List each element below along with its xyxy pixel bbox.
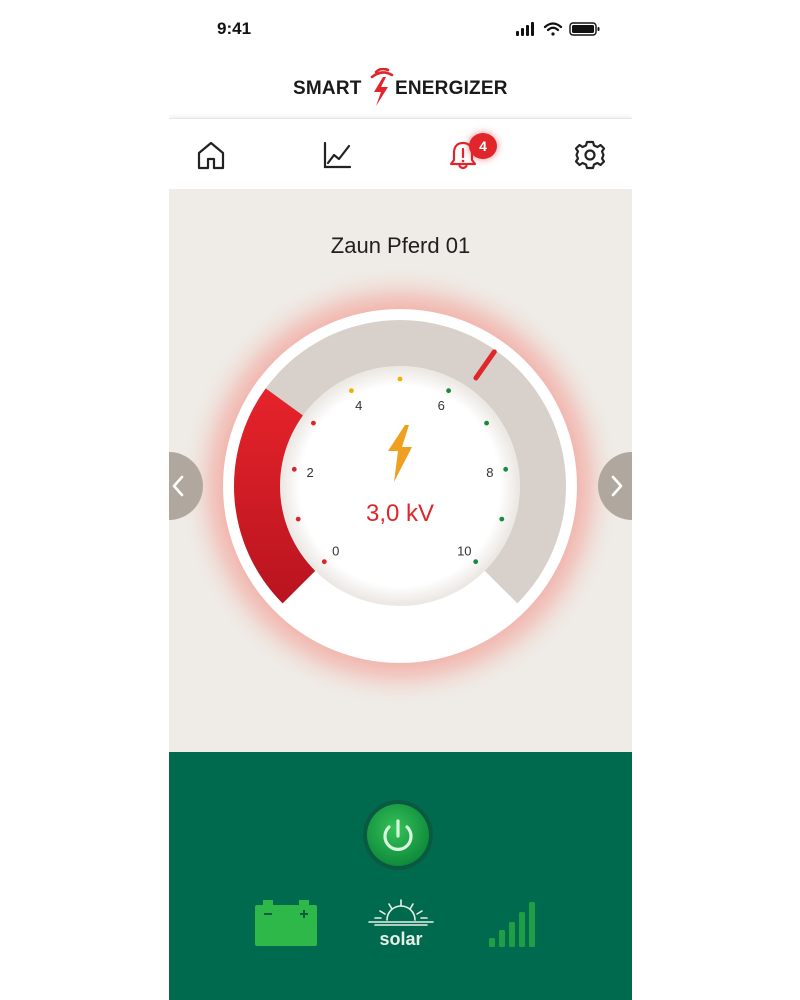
scale-label-10: 10: [457, 543, 471, 558]
scale-dot: [311, 420, 316, 426]
scale-dot: [499, 516, 505, 522]
scale-dot: [321, 559, 327, 565]
scale-dot: [349, 388, 354, 394]
wifi-icon: [543, 22, 563, 36]
main-nav: [169, 118, 632, 190]
status-time: 9:41: [217, 19, 252, 38]
logo-text-energizer: ENERGIZER: [395, 78, 508, 99]
chevron-right-icon: [611, 475, 623, 497]
status-bar: 9:41: [169, 0, 632, 58]
gauge-center-disc: [280, 366, 520, 606]
lightning-logo-icon: [370, 68, 394, 106]
battery-status-icon: [569, 22, 600, 36]
solar-sun-icon: [368, 899, 434, 926]
line-chart-icon[interactable]: [319, 137, 355, 173]
scale-dot: [484, 420, 489, 426]
signal-strength-icon: [489, 902, 535, 947]
gauge-panel: Zaun Pferd 01 0 2 4 6 8 10 3,0 kV: [169, 189, 632, 752]
scale-label-6: 6: [438, 398, 445, 413]
scale-dot: [295, 516, 301, 522]
phone-screen: 9:41 SMART ENERGIZER 4 Zaun Pferd 01 0 2…: [169, 0, 632, 1000]
chevron-left-icon: [172, 475, 184, 497]
scale-label-2: 2: [306, 465, 313, 480]
voltage-gauge: 0 2 4 6 8 10 3,0 kV: [180, 266, 620, 706]
app-logo: SMART ENERGIZER: [169, 68, 632, 108]
gear-icon[interactable]: [572, 137, 608, 173]
scale-label-8: 8: [486, 465, 493, 480]
scale-dot: [397, 376, 403, 382]
scale-label-4: 4: [355, 398, 362, 413]
status-icons: [516, 22, 600, 36]
solar-label: solar: [379, 929, 423, 949]
scale-label-0: 0: [332, 543, 339, 558]
scale-dot: [503, 466, 509, 472]
power-button[interactable]: [362, 799, 434, 871]
cellular-signal-icon: [516, 22, 534, 36]
scale-dot: [291, 466, 297, 472]
scale-dot: [473, 559, 479, 565]
home-icon[interactable]: [193, 137, 229, 173]
scale-dot: [446, 388, 451, 394]
status-panel: solar: [169, 752, 632, 1000]
battery-icon: [255, 900, 317, 946]
solar-indicator: solar: [367, 896, 435, 954]
logo-text-smart: SMART: [293, 78, 362, 99]
alert-count-badge: 4: [469, 133, 497, 159]
voltage-reading: 3,0 kV: [366, 500, 434, 527]
